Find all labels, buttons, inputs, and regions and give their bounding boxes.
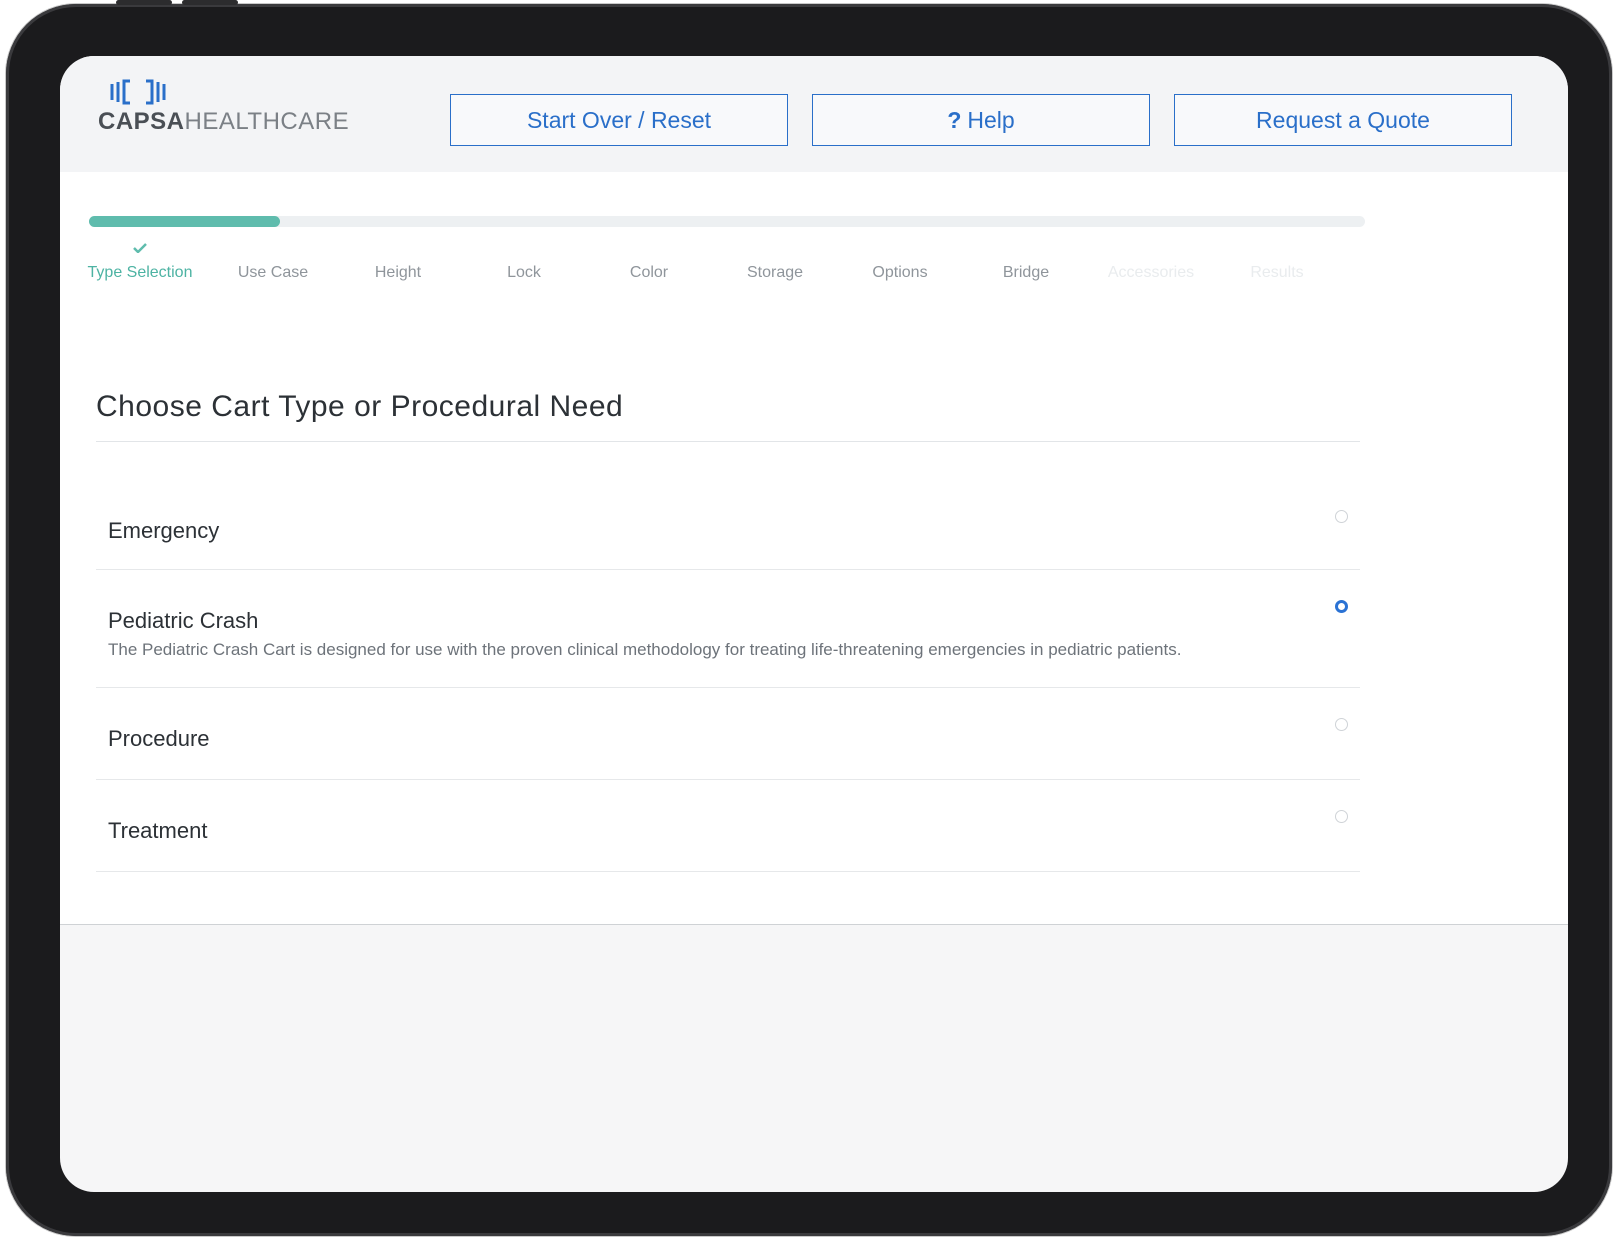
step-type-selection[interactable]: Type Selection xyxy=(88,264,193,282)
start-over-label: Start Over / Reset xyxy=(526,106,712,133)
step-list: Type Selection Use Case Height Lock Colo… xyxy=(88,232,1389,292)
radio-emergency[interactable] xyxy=(1335,510,1348,523)
app-header: CAPSAHEALTHCARE Start Over / Reset ? Hel… xyxy=(60,56,1568,173)
step-height[interactable]: Height xyxy=(375,264,421,282)
option-procedure[interactable]: Procedure xyxy=(96,688,1360,780)
request-quote-button[interactable]: Request a Quote xyxy=(1174,94,1512,146)
step-lock[interactable]: Lock xyxy=(507,264,541,282)
progress-bar xyxy=(89,216,1365,227)
option-pediatric-crash[interactable]: Pediatric Crash The Pediatric Crash Cart… xyxy=(96,570,1360,688)
start-over-button[interactable]: Start Over / Reset xyxy=(450,94,788,146)
step-results[interactable]: Results xyxy=(1250,264,1303,282)
volume-button xyxy=(182,0,238,5)
option-label: Treatment xyxy=(108,818,208,843)
help-label: Help xyxy=(967,106,1015,133)
screen: CAPSAHEALTHCARE Start Over / Reset ? Hel… xyxy=(60,56,1568,1192)
main-content: Type Selection Use Case Height Lock Colo… xyxy=(60,172,1568,925)
logo-wordmark-secondary: HEALTHCARE xyxy=(184,108,350,135)
progress-fill xyxy=(89,216,281,227)
step-options[interactable]: Options xyxy=(872,264,927,282)
radio-pediatric-crash[interactable] xyxy=(1335,600,1348,613)
option-divider xyxy=(96,871,1360,872)
step-storage[interactable]: Storage xyxy=(747,264,803,282)
tablet-frame: CAPSAHEALTHCARE Start Over / Reset ? Hel… xyxy=(6,0,1612,1236)
help-icon: ? xyxy=(947,106,962,133)
check-icon xyxy=(133,243,147,253)
page-title: Choose Cart Type or Procedural Need xyxy=(96,390,624,423)
option-description: The Pediatric Crash Cart is designed for… xyxy=(108,640,1182,659)
step-bridge[interactable]: Bridge xyxy=(1003,264,1049,282)
option-treatment[interactable]: Treatment xyxy=(96,780,1360,872)
logo-wordmark-primary: CAPSA xyxy=(98,108,185,135)
option-label: Pediatric Crash xyxy=(108,608,259,633)
option-label: Procedure xyxy=(108,726,210,751)
capsa-mark-icon xyxy=(110,79,166,105)
radio-treatment[interactable] xyxy=(1335,810,1348,823)
step-color[interactable]: Color xyxy=(630,264,668,282)
logo-wordmark: CAPSAHEALTHCARE xyxy=(98,108,349,136)
help-button[interactable]: ? Help xyxy=(812,94,1150,146)
request-quote-label: Request a Quote xyxy=(1256,106,1430,133)
step-use-case[interactable]: Use Case xyxy=(238,264,308,282)
volume-button xyxy=(116,0,172,5)
option-label: Emergency xyxy=(108,518,220,543)
radio-procedure[interactable] xyxy=(1335,718,1348,731)
step-accessories[interactable]: Accessories xyxy=(1108,264,1194,282)
option-emergency[interactable]: Emergency xyxy=(96,442,1360,570)
